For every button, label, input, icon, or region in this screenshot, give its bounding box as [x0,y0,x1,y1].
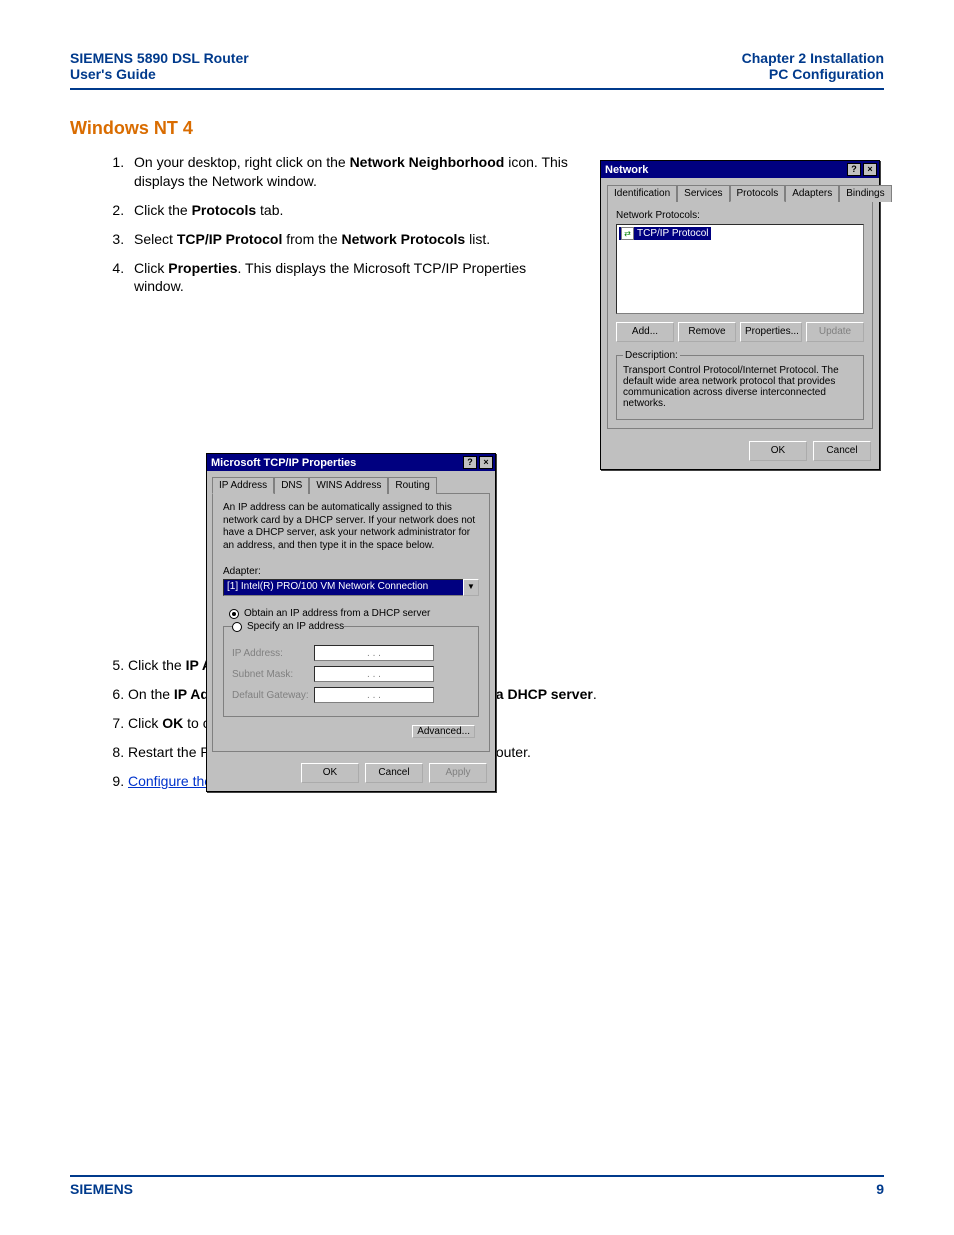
header-chapter: Chapter 2 Installation [742,50,884,66]
tab-bindings[interactable]: Bindings [839,185,891,202]
tab-dns[interactable]: DNS [274,477,309,494]
header-section: PC Configuration [742,66,884,82]
network-protocols-list[interactable]: ⇄ TCP/IP Protocol [616,224,864,314]
ok-button[interactable]: OK [749,441,807,461]
section-title: Windows NT 4 [70,118,884,139]
apply-button[interactable]: Apply [429,763,487,783]
chevron-down-icon[interactable]: ▼ [463,579,479,596]
advanced-button[interactable]: Advanced... [412,725,475,738]
network-tabs: Identification Services Protocols Adapte… [601,178,879,201]
header-guide: User's Guide [70,66,249,82]
tab-routing[interactable]: Routing [388,477,436,494]
network-titlebar[interactable]: Network ? × [601,161,879,178]
network-protocols-label: Network Protocols: [616,210,864,221]
radio-icon [232,622,242,632]
default-gateway-input[interactable]: . . . [314,687,434,703]
ip-address-input[interactable]: . . . [314,645,434,661]
description-group: Description: Transport Control Protocol/… [616,350,864,420]
adapter-label: Adapter: [223,566,479,577]
radio-obtain-dhcp[interactable]: Obtain an IP address from a DHCP server [229,608,479,619]
protocol-icon: ⇄ [621,227,634,240]
header-left: SIEMENS 5890 DSL Router User's Guide [70,50,249,82]
instruction-list-top: On your desktop, right click on the Netw… [70,153,570,296]
description-legend: Description: [623,350,680,361]
help-icon[interactable]: ? [463,456,477,469]
close-icon[interactable]: × [479,456,493,469]
remove-button[interactable]: Remove [678,322,736,342]
header-product: SIEMENS 5890 DSL Router [70,50,249,66]
subnet-mask-label: Subnet Mask: [232,669,310,680]
network-title: Network [605,164,648,176]
tab-adapters[interactable]: Adapters [785,185,839,202]
footer-brand: SIEMENS [70,1181,133,1197]
help-icon[interactable]: ? [847,163,861,176]
ip-address-label: IP Address: [232,648,310,659]
tab-wins-address[interactable]: WINS Address [309,477,388,494]
radio-icon [229,609,239,619]
subnet-mask-input[interactable]: . . . [314,666,434,682]
tcpip-properties-dialog: Microsoft TCP/IP Properties ? × IP Addre… [206,453,496,792]
cancel-button[interactable]: Cancel [813,441,871,461]
radio-specify-ip[interactable]: Specify an IP address [232,621,344,632]
specify-ip-group: Specify an IP address IP Address: . . . S… [223,621,479,717]
default-gateway-label: Default Gateway: [232,690,310,701]
tcpip-help-text: An IP address can be automatically assig… [223,502,479,552]
step-2: Click the Protocols tab. [128,201,570,220]
properties-button[interactable]: Properties... [740,322,802,342]
adapter-combo[interactable]: [1] Intel(R) PRO/100 VM Network Connecti… [223,579,479,596]
update-button[interactable]: Update [806,322,864,342]
adapter-value: [1] Intel(R) PRO/100 VM Network Connecti… [223,579,463,596]
tab-ip-address[interactable]: IP Address [212,477,274,494]
network-dialog: Network ? × Identification Services Prot… [600,160,880,470]
tcpip-title: Microsoft TCP/IP Properties [211,457,356,469]
page-number: 9 [876,1181,884,1197]
header-right: Chapter 2 Installation PC Configuration [742,50,884,82]
description-text: Transport Control Protocol/Internet Prot… [623,365,857,413]
cancel-button[interactable]: Cancel [365,763,423,783]
step-1: On your desktop, right click on the Netw… [128,153,570,191]
tcpip-titlebar[interactable]: Microsoft TCP/IP Properties ? × [207,454,495,471]
page-footer: SIEMENS 9 [70,1175,884,1197]
add-button[interactable]: Add... [616,322,674,342]
step-3: Select TCP/IP Protocol from the Network … [128,230,570,249]
tab-services[interactable]: Services [677,185,729,202]
close-icon[interactable]: × [863,163,877,176]
page-header: SIEMENS 5890 DSL Router User's Guide Cha… [70,50,884,90]
tab-identification[interactable]: Identification [607,185,677,202]
tcpip-tabs: IP Address DNS WINS Address Routing [207,471,495,493]
ok-button[interactable]: OK [301,763,359,783]
tab-protocols[interactable]: Protocols [730,185,786,202]
step-4: Click Properties. This displays the Micr… [128,259,570,297]
list-item-tcpip[interactable]: ⇄ TCP/IP Protocol [619,227,711,240]
